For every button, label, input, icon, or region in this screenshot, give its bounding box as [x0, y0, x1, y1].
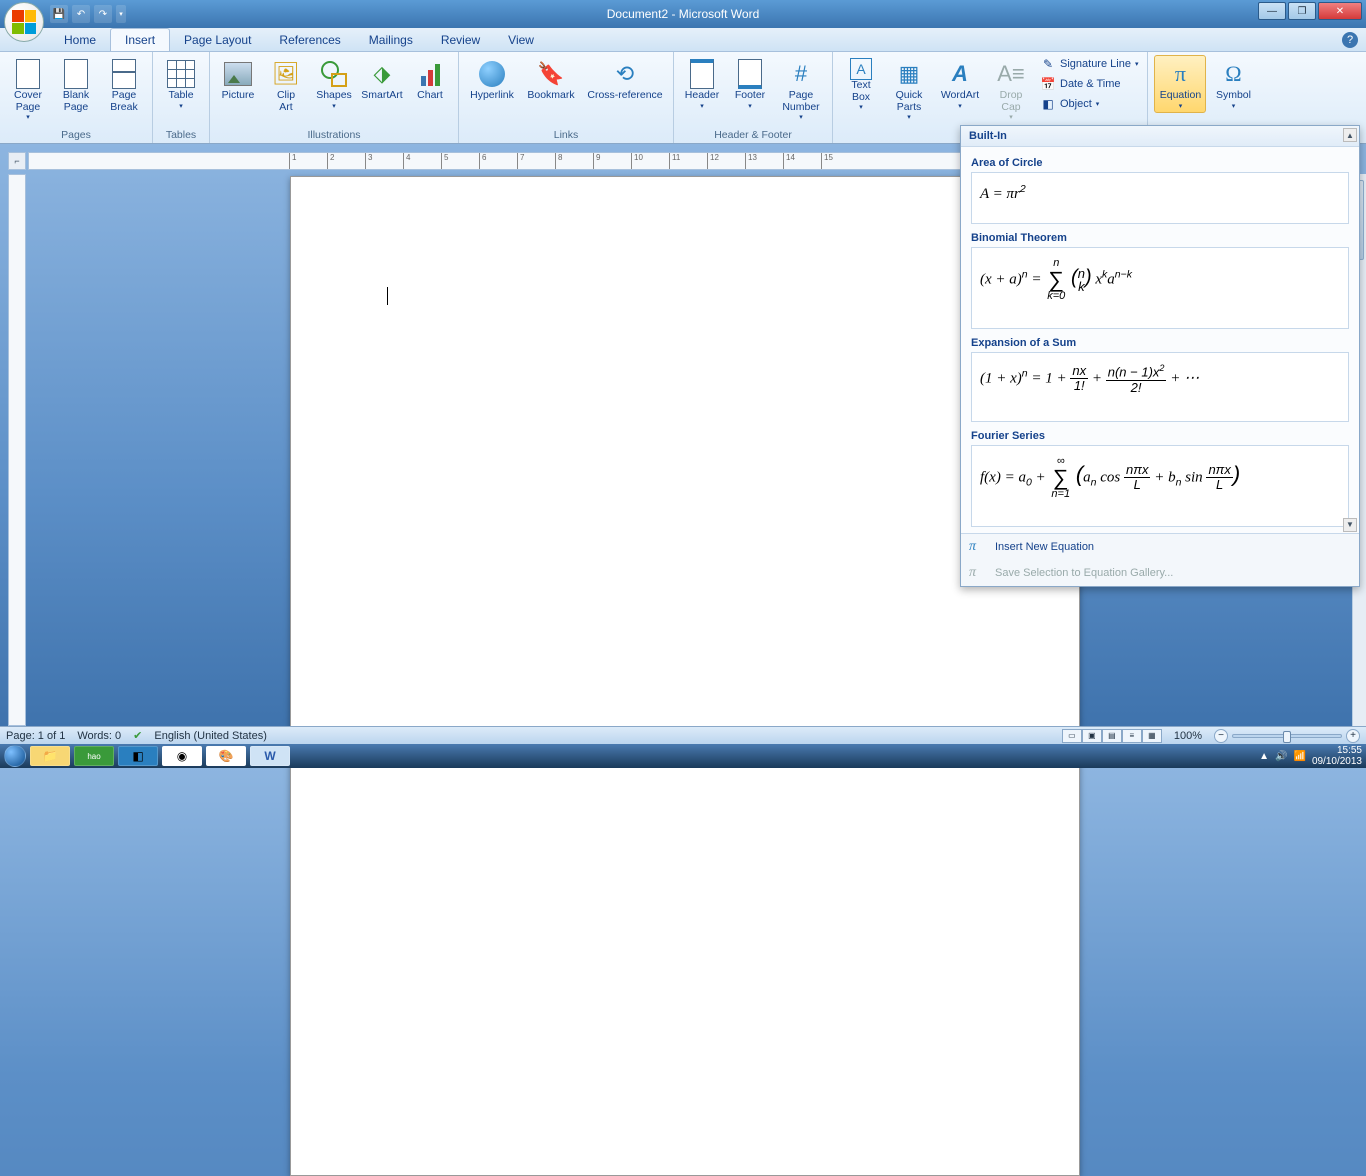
chart-button[interactable]: Chart — [408, 55, 452, 105]
gallery-scroll-down-icon[interactable]: ▼ — [1343, 518, 1357, 532]
text-box-button[interactable]: AText Box▾ — [839, 55, 883, 114]
gallery-scroll-up-icon[interactable]: ▲ — [1343, 128, 1357, 142]
picture-button[interactable]: Picture — [216, 55, 260, 105]
undo-icon[interactable]: ↶ — [72, 5, 90, 23]
drop-cap-button[interactable]: A≡Drop Cap▾ — [989, 55, 1033, 124]
tab-view[interactable]: View — [494, 29, 548, 51]
view-buttons: ▭ ▣ ▤ ≡ ▦ — [1062, 729, 1162, 743]
clip-art-button[interactable]: 🖼Clip Art — [264, 55, 308, 116]
zoom-slider[interactable] — [1232, 734, 1342, 738]
equation-button[interactable]: πEquation▾ — [1154, 55, 1206, 113]
tab-mailings[interactable]: Mailings — [355, 29, 427, 51]
equation-gallery-dropdown: ▲ Built-In Area of Circle A = πr2 Binomi… — [960, 125, 1360, 587]
bookmark-button[interactable]: 🔖Bookmark — [523, 55, 579, 105]
ribbon-tabs: Home Insert Page Layout References Maili… — [0, 28, 1366, 52]
zoom-out-button[interactable]: − — [1214, 729, 1228, 743]
zoom-in-button[interactable]: + — [1346, 729, 1360, 743]
equation-gallery-header: Built-In — [961, 126, 1359, 147]
tray-show-hidden-icon[interactable]: ▲ — [1259, 751, 1269, 762]
save-to-gallery-button: πSave Selection to Equation Gallery... — [961, 560, 1359, 586]
hyperlink-button[interactable]: Hyperlink — [465, 55, 519, 105]
page-break-button[interactable]: Page Break — [102, 55, 146, 116]
close-button[interactable]: ✕ — [1318, 2, 1362, 20]
equation-title-fourier: Fourier Series — [971, 430, 1349, 442]
text-cursor — [387, 287, 388, 305]
status-words[interactable]: Words: 0 — [77, 730, 121, 742]
tray-network-icon[interactable]: 📶 — [1293, 751, 1305, 762]
taskbar-app-icon[interactable]: ◧ — [118, 746, 158, 766]
group-pages: Cover Page▾ Blank Page Page Break Pages — [0, 52, 153, 143]
tab-insert[interactable]: Insert — [110, 28, 170, 51]
redo-icon[interactable]: ↷ — [94, 5, 112, 23]
maximize-button[interactable]: ❐ — [1288, 2, 1316, 20]
window-title: Document2 - Microsoft Word — [607, 7, 760, 21]
equation-item-fourier[interactable]: f(x) = a0 + ∞∑n=1 (an cos nπxL + bn sin … — [971, 445, 1349, 527]
save-icon[interactable]: 💾 — [50, 5, 68, 23]
equation-title-area-of-circle: Area of Circle — [971, 157, 1349, 169]
equation-item-binomial[interactable]: (x + a)n = n∑k=0 (nk) xkan−k — [971, 247, 1349, 329]
taskbar-paint-icon[interactable]: 🎨 — [206, 746, 246, 766]
date-time-button[interactable]: 📅Date & Time — [1037, 75, 1141, 93]
tab-review[interactable]: Review — [427, 29, 494, 51]
minimize-button[interactable]: ― — [1258, 2, 1286, 20]
signature-line-button[interactable]: ✎Signature Line▾ — [1037, 55, 1141, 73]
group-links: Hyperlink 🔖Bookmark ⟲Cross-reference Lin… — [459, 52, 674, 143]
status-bar: Page: 1 of 1 Words: 0 ✔ English (United … — [0, 726, 1366, 744]
tab-references[interactable]: References — [265, 29, 354, 51]
footer-button[interactable]: Footer▾ — [728, 55, 772, 113]
group-illustrations: Picture 🖼Clip Art Shapes▾ ⬗SmartArt Char… — [210, 52, 459, 143]
header-button[interactable]: Header▾ — [680, 55, 724, 113]
status-page[interactable]: Page: 1 of 1 — [6, 730, 65, 742]
start-button[interactable] — [4, 745, 26, 767]
print-layout-view-icon[interactable]: ▭ — [1062, 729, 1082, 743]
wordart-button[interactable]: AWordArt▾ — [935, 55, 985, 113]
tray-volume-icon[interactable]: 🔊 — [1275, 751, 1287, 762]
page-number-button[interactable]: #Page Number▾ — [776, 55, 826, 124]
title-bar: 💾 ↶ ↷ ▾ Document2 - Microsoft Word ― ❐ ✕ — [0, 0, 1366, 28]
web-layout-view-icon[interactable]: ▤ — [1102, 729, 1122, 743]
zoom-level[interactable]: 100% — [1174, 730, 1202, 742]
shapes-button[interactable]: Shapes▾ — [312, 55, 356, 113]
outline-view-icon[interactable]: ≡ — [1122, 729, 1142, 743]
equation-title-expansion: Expansion of a Sum — [971, 337, 1349, 349]
quick-parts-button[interactable]: ▦Quick Parts▾ — [887, 55, 931, 124]
proofing-icon[interactable]: ✔ — [133, 729, 142, 742]
tray-clock[interactable]: 15:55 09/10/2013 — [1312, 745, 1362, 767]
windows-taskbar: 📁 hao ◧ ◉ 🎨 W ▲ 🔊 📶 15:55 09/10/2013 — [0, 744, 1366, 768]
equation-title-binomial: Binomial Theorem — [971, 232, 1349, 244]
status-language[interactable]: English (United States) — [154, 730, 267, 742]
taskbar-explorer-icon[interactable]: 📁 — [30, 746, 70, 766]
tab-home[interactable]: Home — [50, 29, 110, 51]
quick-access-toolbar: 💾 ↶ ↷ ▾ — [50, 5, 126, 23]
draft-view-icon[interactable]: ▦ — [1142, 729, 1162, 743]
help-icon[interactable]: ? — [1342, 32, 1358, 48]
symbol-button[interactable]: ΩSymbol▾ — [1210, 55, 1256, 113]
blank-page-button[interactable]: Blank Page — [54, 55, 98, 116]
cover-page-button[interactable]: Cover Page▾ — [6, 55, 50, 124]
table-button[interactable]: Table▾ — [159, 55, 203, 113]
cross-reference-button[interactable]: ⟲Cross-reference — [583, 55, 667, 105]
equation-item-expansion[interactable]: (1 + x)n = 1 + nx1! + n(n − 1)x22! + ⋯ — [971, 352, 1349, 422]
group-header-footer: Header▾ Footer▾ #Page Number▾ Header & F… — [674, 52, 833, 143]
vertical-ruler[interactable] — [8, 174, 26, 726]
taskbar-hao123-icon[interactable]: hao — [74, 746, 114, 766]
object-button[interactable]: ◧Object▾ — [1037, 95, 1141, 113]
office-button[interactable] — [4, 2, 44, 42]
tab-page-layout[interactable]: Page Layout — [170, 29, 265, 51]
full-screen-view-icon[interactable]: ▣ — [1082, 729, 1102, 743]
insert-new-equation-button[interactable]: πInsert New Equation — [961, 534, 1359, 560]
ruler-corner[interactable]: ⌐ — [8, 152, 26, 170]
group-tables: Table▾ Tables — [153, 52, 210, 143]
taskbar-chrome-icon[interactable]: ◉ — [162, 746, 202, 766]
smartart-button[interactable]: ⬗SmartArt — [360, 55, 404, 105]
equation-item-area-of-circle[interactable]: A = πr2 — [971, 172, 1349, 224]
qat-dropdown-icon[interactable]: ▾ — [116, 5, 126, 23]
taskbar-word-icon[interactable]: W — [250, 746, 290, 766]
